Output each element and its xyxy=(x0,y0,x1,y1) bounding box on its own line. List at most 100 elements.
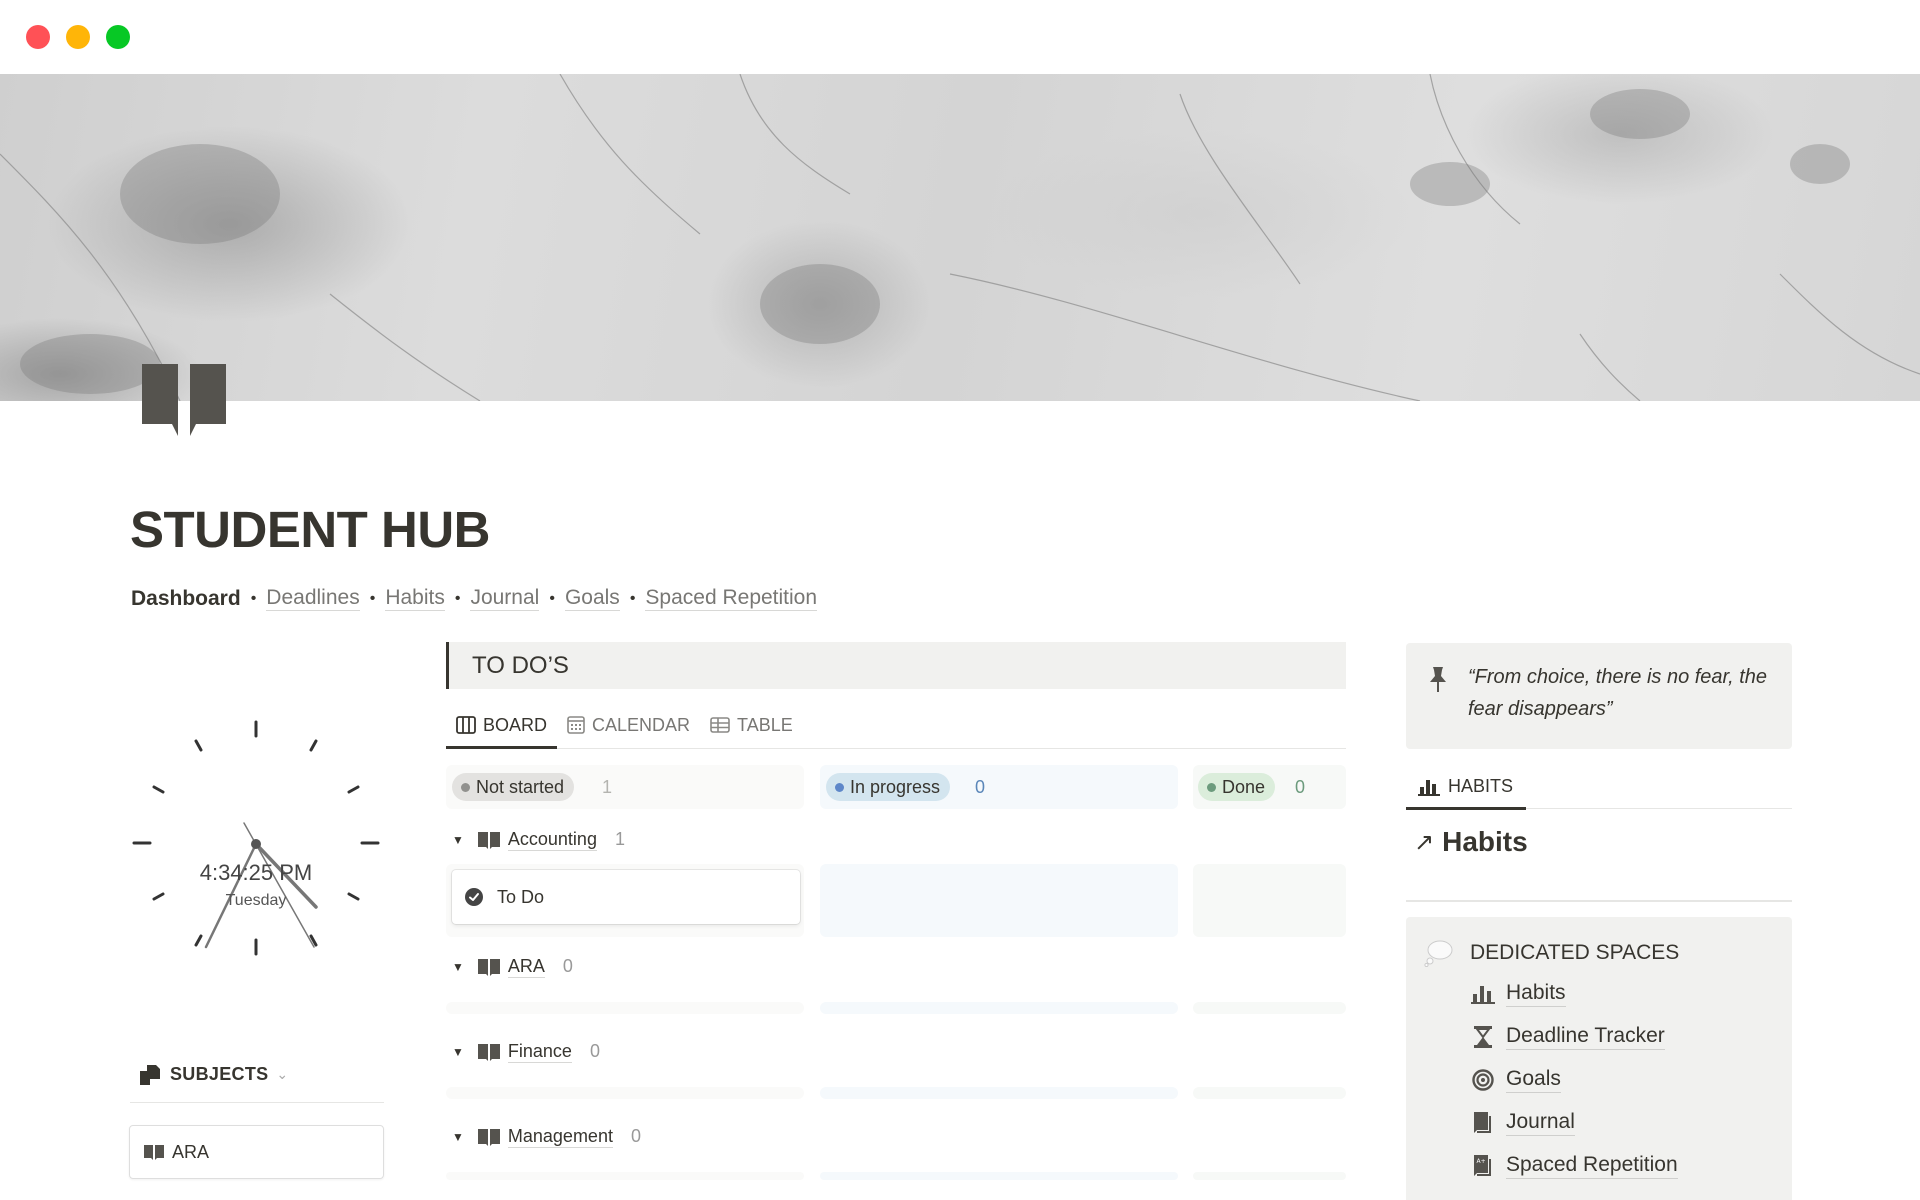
space-link-deadline-tracker[interactable]: Deadline Tracker xyxy=(1470,1023,1665,1050)
status-dot xyxy=(835,782,844,792)
board-column-not-started: Not started 1 xyxy=(446,765,804,809)
book-open-icon xyxy=(477,1043,500,1061)
divider xyxy=(130,1102,384,1103)
marble-veins xyxy=(0,74,1920,401)
svg-text:A+: A+ xyxy=(1477,1158,1486,1165)
todos-heading: TO DO’S xyxy=(446,642,1346,689)
nav-separator: • xyxy=(454,589,461,607)
clock-face xyxy=(132,720,380,956)
quote-text: “From choice, there is no fear, the fear… xyxy=(1468,666,1768,720)
space-link-label: Journal xyxy=(1506,1109,1575,1136)
status-label: Not started xyxy=(476,776,565,797)
window-titlebar xyxy=(0,0,1920,74)
collapse-triangle-icon[interactable]: ▼ xyxy=(452,1130,464,1144)
calendar-icon xyxy=(567,716,585,734)
dedicated-spaces-header: DEDICATED SPACES xyxy=(1424,939,1679,967)
tab-board-label: BOARD xyxy=(483,714,548,735)
group-count: 1 xyxy=(614,829,625,849)
analog-clock-widget: 4:34:25 PM Tuesday xyxy=(128,710,384,966)
board-group-management[interactable]: ▼ Management 0 xyxy=(452,1125,641,1148)
thought-bubble-icon xyxy=(1424,940,1453,967)
journal-icon xyxy=(1470,1111,1496,1134)
collapse-triangle-icon[interactable]: ▼ xyxy=(452,1045,464,1059)
bar-chart-icon xyxy=(1418,779,1440,796)
todos-heading-text: TO DO’S xyxy=(472,652,569,679)
arrow-up-right-icon: ↗ xyxy=(1414,828,1435,856)
board-column-in-progress: In progress 0 xyxy=(820,765,1178,809)
check-circle-icon xyxy=(465,888,483,906)
space-link-goals[interactable]: Goals xyxy=(1470,1066,1561,1093)
space-link-label: Deadline Tracker xyxy=(1506,1023,1665,1050)
nav-link-deadlines[interactable]: Deadlines xyxy=(266,586,360,611)
subject-card[interactable]: ARA xyxy=(129,1125,384,1179)
board-card[interactable]: To Do xyxy=(452,870,800,924)
group-name[interactable]: Management xyxy=(507,1125,613,1148)
board-column-done: Done 0 xyxy=(1193,765,1346,809)
column-count: 1 xyxy=(602,777,613,797)
tab-habits[interactable]: HABITS xyxy=(1406,764,1526,810)
board-cell xyxy=(446,1172,804,1180)
dedicated-spaces-callout: DEDICATED SPACES Habits Deadline Tracker… xyxy=(1406,917,1792,1200)
tab-board[interactable]: BOARD xyxy=(446,702,558,749)
board-group-finance[interactable]: ▼ Finance 0 xyxy=(452,1040,600,1063)
nav-separator: • xyxy=(629,589,636,607)
tab-table-label: TABLE xyxy=(737,714,793,735)
minimize-window-button[interactable] xyxy=(66,25,90,49)
book-open-icon xyxy=(477,1128,500,1146)
clock-day: Tuesday xyxy=(225,892,287,909)
subject-card-title: ARA xyxy=(172,1141,210,1162)
group-name[interactable]: Accounting xyxy=(507,828,597,851)
space-link-spaced-repetition[interactable]: A+ Spaced Repetition xyxy=(1470,1152,1678,1179)
status-dot xyxy=(1207,782,1216,792)
collapse-triangle-icon[interactable]: ▼ xyxy=(452,833,464,847)
board-cell xyxy=(446,1087,804,1099)
page-nav: Dashboard • Deadlines • Habits • Journal… xyxy=(131,586,818,611)
column-count: 0 xyxy=(1295,777,1306,797)
nav-link-spaced-repetition[interactable]: Spaced Repetition xyxy=(645,586,818,611)
habits-database-link[interactable]: ↗ Habits xyxy=(1414,826,1528,858)
maximize-window-button[interactable] xyxy=(106,25,130,49)
view-tabs: BOARD CALENDAR TABLE xyxy=(446,702,1346,749)
group-name[interactable]: ARA xyxy=(507,955,545,978)
space-link-habits[interactable]: Habits xyxy=(1470,980,1566,1007)
nav-link-habits[interactable]: Habits xyxy=(385,586,445,611)
board-cell xyxy=(1193,864,1346,937)
habits-link-label: Habits xyxy=(1442,826,1528,857)
pushpin-icon xyxy=(1430,667,1446,692)
tab-habits-label: HABITS xyxy=(1448,776,1514,796)
subjects-title: SUBJECTS xyxy=(170,1064,269,1084)
subjects-view-header[interactable]: SUBJECTS ⌄ xyxy=(140,1064,288,1085)
status-dot xyxy=(461,782,470,792)
space-link-journal[interactable]: Journal xyxy=(1470,1109,1575,1136)
book-open-icon xyxy=(477,831,500,849)
board-cell xyxy=(1193,1087,1346,1099)
status-label: In progress xyxy=(850,776,941,797)
clock-ticks xyxy=(132,720,380,956)
nav-separator: • xyxy=(549,589,555,607)
board-card-title: To Do xyxy=(497,886,545,907)
close-window-button[interactable] xyxy=(26,25,50,49)
board-icon xyxy=(456,716,476,734)
board-group-ara[interactable]: ▼ ARA 0 xyxy=(452,955,573,978)
nav-dashboard: Dashboard xyxy=(131,586,241,610)
nav-link-journal[interactable]: Journal xyxy=(470,586,540,611)
nav-link-goals[interactable]: Goals xyxy=(564,586,620,611)
group-name[interactable]: Finance xyxy=(507,1040,572,1063)
tab-table[interactable]: TABLE xyxy=(700,702,803,748)
tab-calendar[interactable]: CALENDAR xyxy=(557,702,700,748)
board-cell xyxy=(820,1087,1178,1099)
book-open-icon[interactable] xyxy=(140,364,228,436)
book-open-icon xyxy=(144,1145,164,1160)
documents-icon xyxy=(140,1064,160,1085)
status-pill-not-started[interactable]: Not started xyxy=(452,773,575,801)
column-count: 0 xyxy=(975,777,986,797)
status-pill-done[interactable]: Done xyxy=(1198,773,1276,801)
board-cell xyxy=(446,1002,804,1014)
chevron-down-icon[interactable]: ⌄ xyxy=(276,1066,288,1083)
status-pill-in-progress[interactable]: In progress xyxy=(826,773,951,801)
collapse-triangle-icon[interactable]: ▼ xyxy=(452,960,464,974)
bar-chart-icon xyxy=(1470,984,1496,1004)
space-link-label: Spaced Repetition xyxy=(1506,1152,1678,1179)
group-count: 0 xyxy=(562,956,573,976)
board-group-accounting[interactable]: ▼ Accounting 1 xyxy=(452,828,625,851)
